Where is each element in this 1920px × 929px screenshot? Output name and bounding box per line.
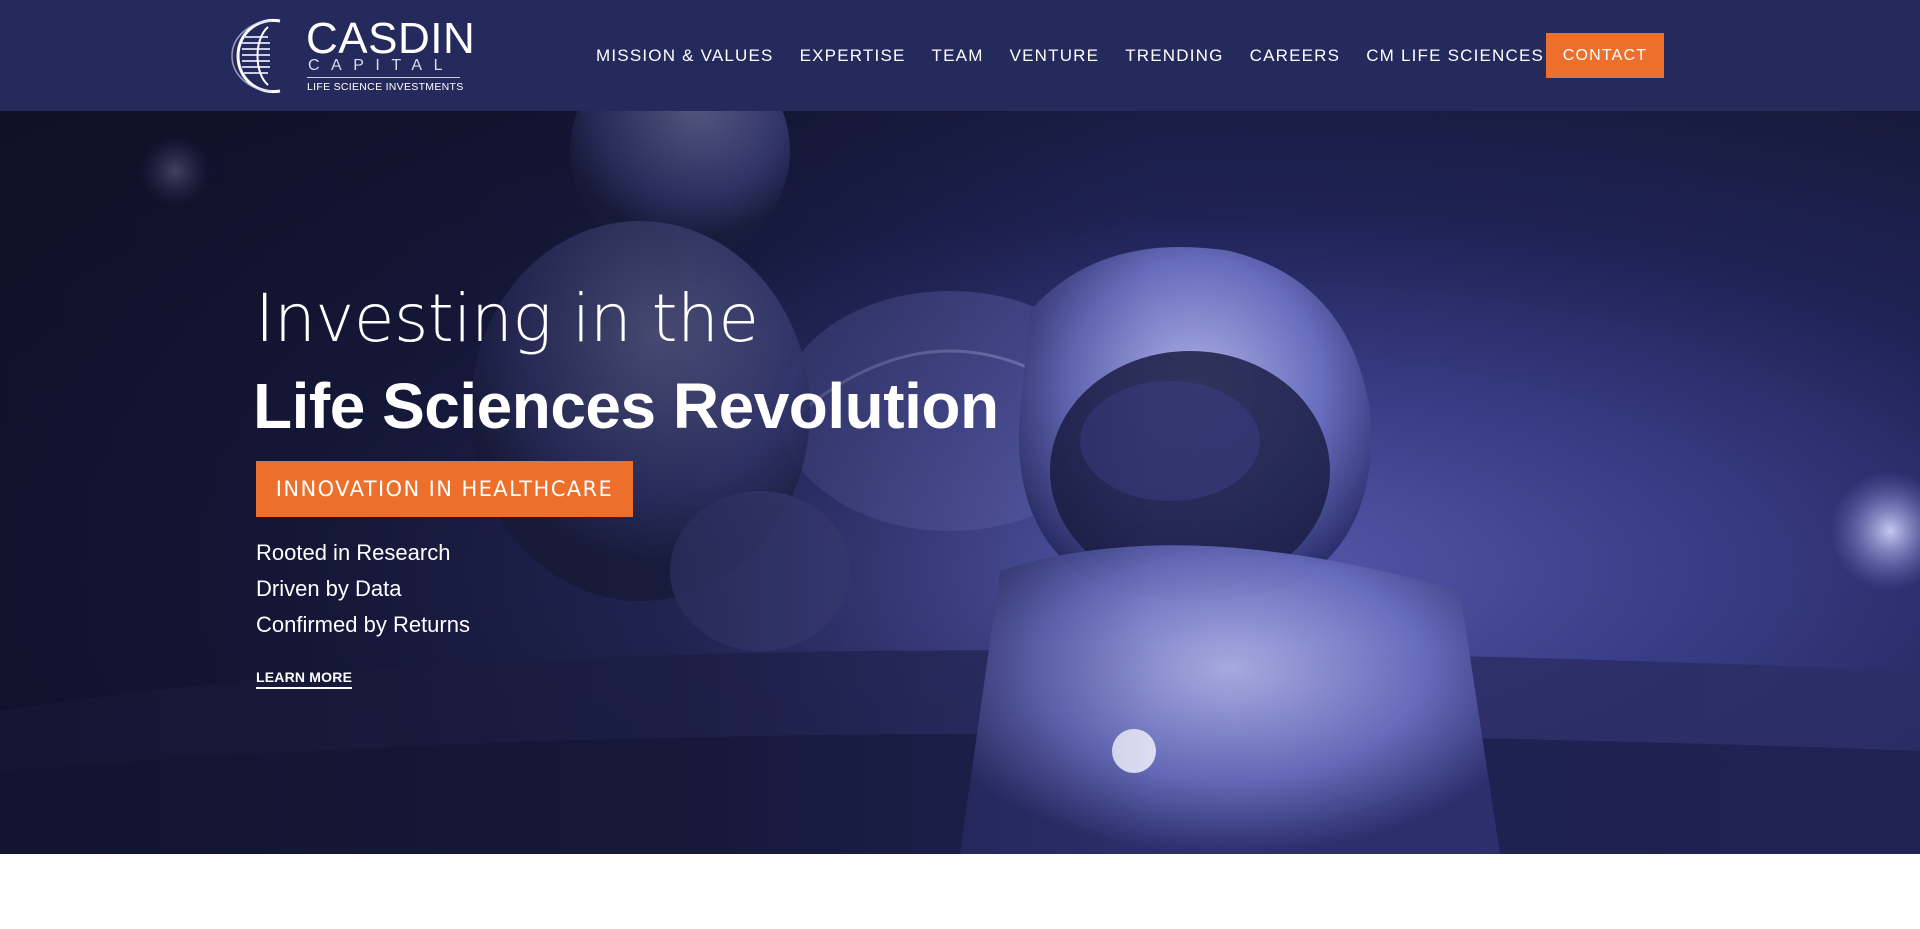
learn-more-link[interactable]: LEARN MORE <box>256 669 353 689</box>
hero-title-line2: Life Sciences Revolution <box>253 370 999 442</box>
hero-point-data: Driven by Data <box>256 576 402 601</box>
nav-mission-values[interactable]: MISSION & VALUES <box>596 46 774 66</box>
logo-subname: CAPITAL <box>308 57 454 74</box>
hero-title-line1: Investing in the <box>255 280 759 357</box>
hero-point-returns: Confirmed by Returns <box>256 612 470 637</box>
nav-careers[interactable]: CAREERS <box>1250 46 1341 66</box>
nav-cm-life-sciences[interactable]: CM LIFE SCIENCES <box>1366 46 1544 66</box>
nav-venture[interactable]: VENTURE <box>1010 46 1100 66</box>
nav-trending[interactable]: TRENDING <box>1125 46 1223 66</box>
hero-points-list: Rooted in Research Driven by Data Confir… <box>256 535 470 643</box>
contact-button[interactable]: CONTACT <box>1546 33 1664 78</box>
logo-name: CASDIN <box>306 14 476 63</box>
nav-team[interactable]: TEAM <box>932 46 984 66</box>
dna-helix-logo-icon <box>231 18 281 94</box>
main-nav: MISSION & VALUES EXPERTISE TEAM VENTURE … <box>596 0 1544 111</box>
logo-tagline: LIFE SCIENCE INVESTMENTS <box>307 81 464 93</box>
hero-banner: Investing in the Life Sciences Revolutio… <box>0 111 1920 854</box>
casdin-capital-logo[interactable]: CASDIN CAPITAL LIFE SCIENCE INVESTMENTS <box>228 15 475 97</box>
nav-expertise[interactable]: EXPERTISE <box>800 46 906 66</box>
site-header: CASDIN CAPITAL LIFE SCIENCE INVESTMENTS … <box>0 0 1920 111</box>
hero-point-research: Rooted in Research <box>256 540 451 565</box>
innovation-badge: INNOVATION IN HEALTHCARE <box>256 461 633 517</box>
logo-divider <box>307 77 460 78</box>
